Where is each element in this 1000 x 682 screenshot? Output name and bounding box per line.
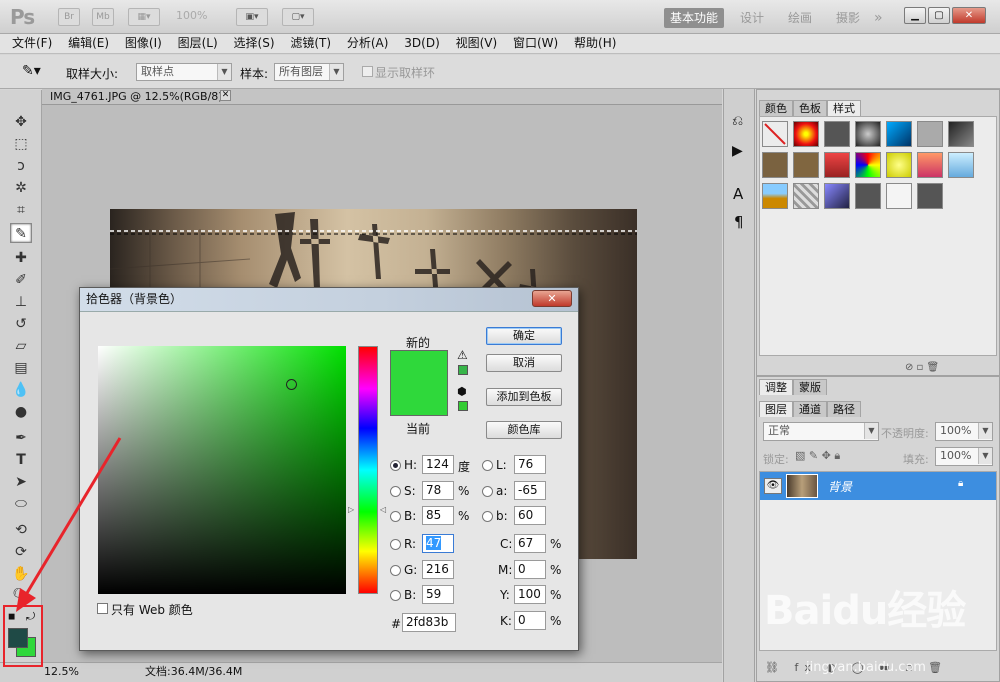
annotation-arrow [16, 437, 122, 612]
